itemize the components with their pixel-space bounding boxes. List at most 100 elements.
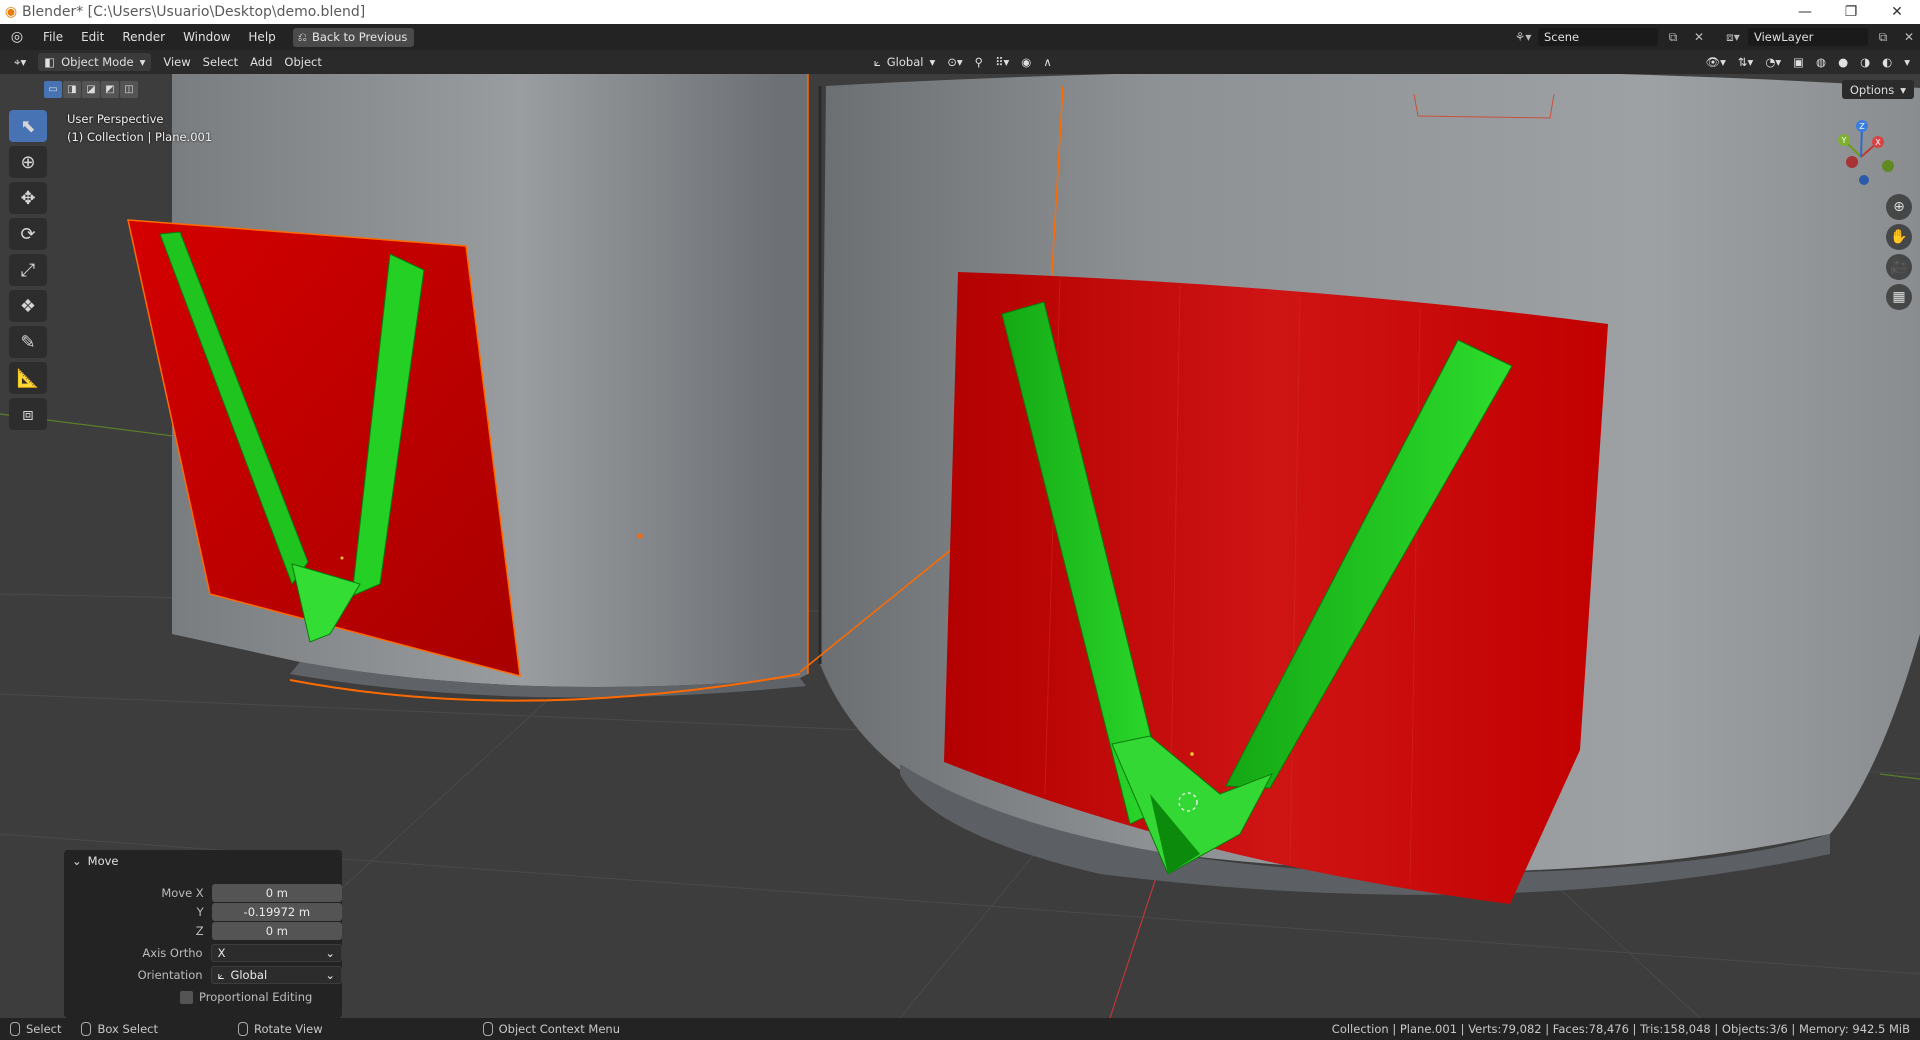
xray-toggle-icon[interactable]: ▣ (1787, 53, 1810, 71)
viewport-header: ⌖▾ ◧ Object Mode ▾ View Select Add Objec… (0, 50, 1920, 74)
move-y-field[interactable]: -0.19972 m (211, 903, 342, 921)
snap-toggle-icon[interactable]: ⚲ (969, 53, 989, 71)
scene-browse-icon[interactable]: ⚘▾ (1512, 28, 1534, 46)
viewlayer-name-field[interactable]: ViewLayer (1748, 28, 1868, 46)
object-mode-dropdown[interactable]: ◧ Object Mode ▾ (38, 53, 152, 71)
status-bar: Select Box Select Rotate View Object Con… (0, 1018, 1920, 1040)
close-button[interactable]: ✕ (1874, 0, 1920, 24)
select-new-icon[interactable]: ▭ (44, 81, 62, 98)
window-title: Blender* [C:\Users\Usuario\Desktop\demo.… (22, 4, 366, 20)
gizmo-neg-z-axis[interactable] (1859, 175, 1869, 185)
visibility-icon[interactable]: 👁▾ (1700, 53, 1732, 71)
transform-tool[interactable]: ❖ (9, 290, 47, 322)
back-to-previous-button[interactable]: ⎌ Back to Previous (292, 27, 415, 47)
gizmo-neg-x-axis[interactable] (1846, 156, 1858, 168)
overlay-toggle-icon[interactable]: ◔▾ (1759, 53, 1787, 71)
navigation-buttons: ⊕ ✋ 🎥 ▦ (1886, 194, 1912, 310)
ortho-grid-icon[interactable]: ▦ (1886, 284, 1912, 310)
select-subtract-icon[interactable]: ◪ (82, 81, 100, 98)
pan-hand-icon[interactable]: ✋ (1886, 224, 1912, 250)
new-scene-icon[interactable]: ⧉ (1662, 28, 1684, 46)
window-titlebar: ◉ Blender* [C:\Users\Usuario\Desktop\dem… (0, 0, 1920, 24)
crosshair-icon: ⊕ (20, 151, 36, 173)
annotate-tool[interactable]: ✎ (9, 326, 47, 358)
mouse-right-icon (482, 1022, 493, 1036)
chevron-down-icon: ⌄ (325, 968, 335, 982)
menu-file[interactable]: File (34, 24, 72, 50)
transform-icon: ❖ (19, 295, 37, 317)
rendered-shading-icon[interactable]: ◐ (1876, 53, 1898, 71)
chevron-down-icon: ▾ (929, 55, 936, 69)
snap-target-icon[interactable]: ⠿▾ (989, 53, 1015, 71)
collection-info-label: (1) Collection | Plane.001 (67, 130, 213, 144)
navigation-gizmo[interactable]: X Y Z (1816, 112, 1906, 202)
new-viewlayer-icon[interactable]: ⧉ (1872, 28, 1894, 46)
delete-scene-icon[interactable]: ✕ (1688, 28, 1710, 46)
orientation-label: Orientation (137, 968, 203, 982)
delete-viewlayer-icon[interactable]: ✕ (1898, 28, 1920, 46)
chevron-down-icon: ⌄ (72, 854, 82, 868)
menu-select[interactable]: Select (197, 53, 244, 71)
menu-window[interactable]: Window (174, 24, 239, 50)
restore-button[interactable]: ❐ (1828, 0, 1874, 24)
scale-icon: ⤢ (20, 259, 36, 281)
pivot-point-icon[interactable]: ⊙▾ (941, 53, 968, 71)
scene-name-field[interactable]: Scene (1538, 28, 1658, 46)
measure-tool[interactable]: 📐 (9, 362, 47, 394)
select-extend-icon[interactable]: ◨ (63, 81, 81, 98)
material-shading-icon[interactable]: ◑ (1854, 53, 1876, 71)
axis-ortho-label: Axis Ortho (142, 946, 203, 960)
scale-tool[interactable]: ⤢ (9, 254, 47, 286)
proportional-edit-icon[interactable]: ◉ (1015, 53, 1037, 71)
orientation-icon: ⟀ (873, 54, 881, 69)
camera-view-icon[interactable]: 🎥 (1886, 254, 1912, 280)
selection-mode-group: ▭ ◨ ◪ ◩ ◫ (44, 81, 138, 98)
menu-help[interactable]: Help (239, 24, 284, 50)
orientation-select[interactable]: ⟀ Global ⌄ (210, 966, 342, 984)
solid-shading-icon[interactable]: ● (1832, 53, 1854, 71)
menu-object[interactable]: Object (278, 53, 327, 71)
gizmo-neg-y-axis[interactable] (1882, 160, 1894, 172)
move-tool[interactable]: ✥ (9, 182, 47, 214)
cursor-tool[interactable]: ⊕ (9, 146, 47, 178)
falloff-icon[interactable]: ∧ (1037, 53, 1057, 71)
rotate-tool[interactable]: ⟳ (9, 218, 47, 250)
options-dropdown[interactable]: Options ▾ (1841, 80, 1914, 99)
select-intersect-icon[interactable]: ◫ (120, 81, 138, 98)
svg-text:Y: Y (1841, 136, 1847, 145)
move-y-label: Y (196, 905, 204, 919)
zoom-icon[interactable]: ⊕ (1886, 194, 1912, 220)
axis-ortho-select[interactable]: X ⌄ (210, 944, 342, 962)
editor-type-icon[interactable]: ⌖▾ (8, 53, 32, 71)
minimize-button[interactable]: — (1782, 0, 1828, 24)
gizmo-toggle-icon[interactable]: ⇅▾ (1732, 53, 1759, 71)
move-x-field[interactable]: 0 m (211, 884, 342, 902)
add-cube-tool[interactable]: ⧈ (9, 398, 47, 430)
wireframe-shading-icon[interactable]: ◍ (1810, 53, 1832, 71)
3d-viewport[interactable]: ▭ ◨ ◪ ◩ ◫ ⬉ ⊕ ✥ ⟳ ⤢ ❖ ✎ 📐 ⧈ User Perspec… (0, 74, 1920, 1018)
move-x-label: Move X (161, 886, 204, 900)
redo-panel-header[interactable]: ⌄ Move (64, 850, 342, 872)
move-z-field[interactable]: 0 m (211, 922, 342, 940)
transform-orientation-dropdown[interactable]: ⟀ Global ▾ (868, 53, 941, 71)
proportional-editing-label: Proportional Editing (199, 990, 313, 1004)
scene-statistics: Collection | Plane.001 | Verts:79,082 | … (1331, 1022, 1910, 1036)
viewport-info: User Perspective (1) Collection | Plane.… (67, 110, 212, 146)
blender-logo-icon[interactable]: ◎ (0, 24, 34, 50)
viewlayer-browse-icon[interactable]: ⧈▾ (1722, 28, 1744, 46)
status-rotate-hint: Rotate View (228, 1022, 333, 1036)
cube-icon: ⧈ (22, 403, 34, 425)
mouse-drag-icon (81, 1022, 92, 1036)
object-mode-icon: ◧ (44, 55, 56, 69)
menu-add[interactable]: Add (244, 53, 278, 71)
move-arrows-icon: ✥ (20, 187, 36, 209)
chevron-down-icon: ▾ (139, 55, 146, 69)
proportional-editing-checkbox[interactable] (180, 990, 193, 1004)
select-box-tool[interactable]: ⬉ (9, 110, 47, 142)
shading-options-icon[interactable]: ▾ (1898, 53, 1916, 71)
menu-render[interactable]: Render (113, 24, 174, 50)
select-invert-icon[interactable]: ◩ (101, 81, 119, 98)
menu-edit[interactable]: Edit (72, 24, 113, 50)
orientation-icon: ⟀ (217, 967, 225, 982)
menu-view[interactable]: View (157, 53, 196, 71)
